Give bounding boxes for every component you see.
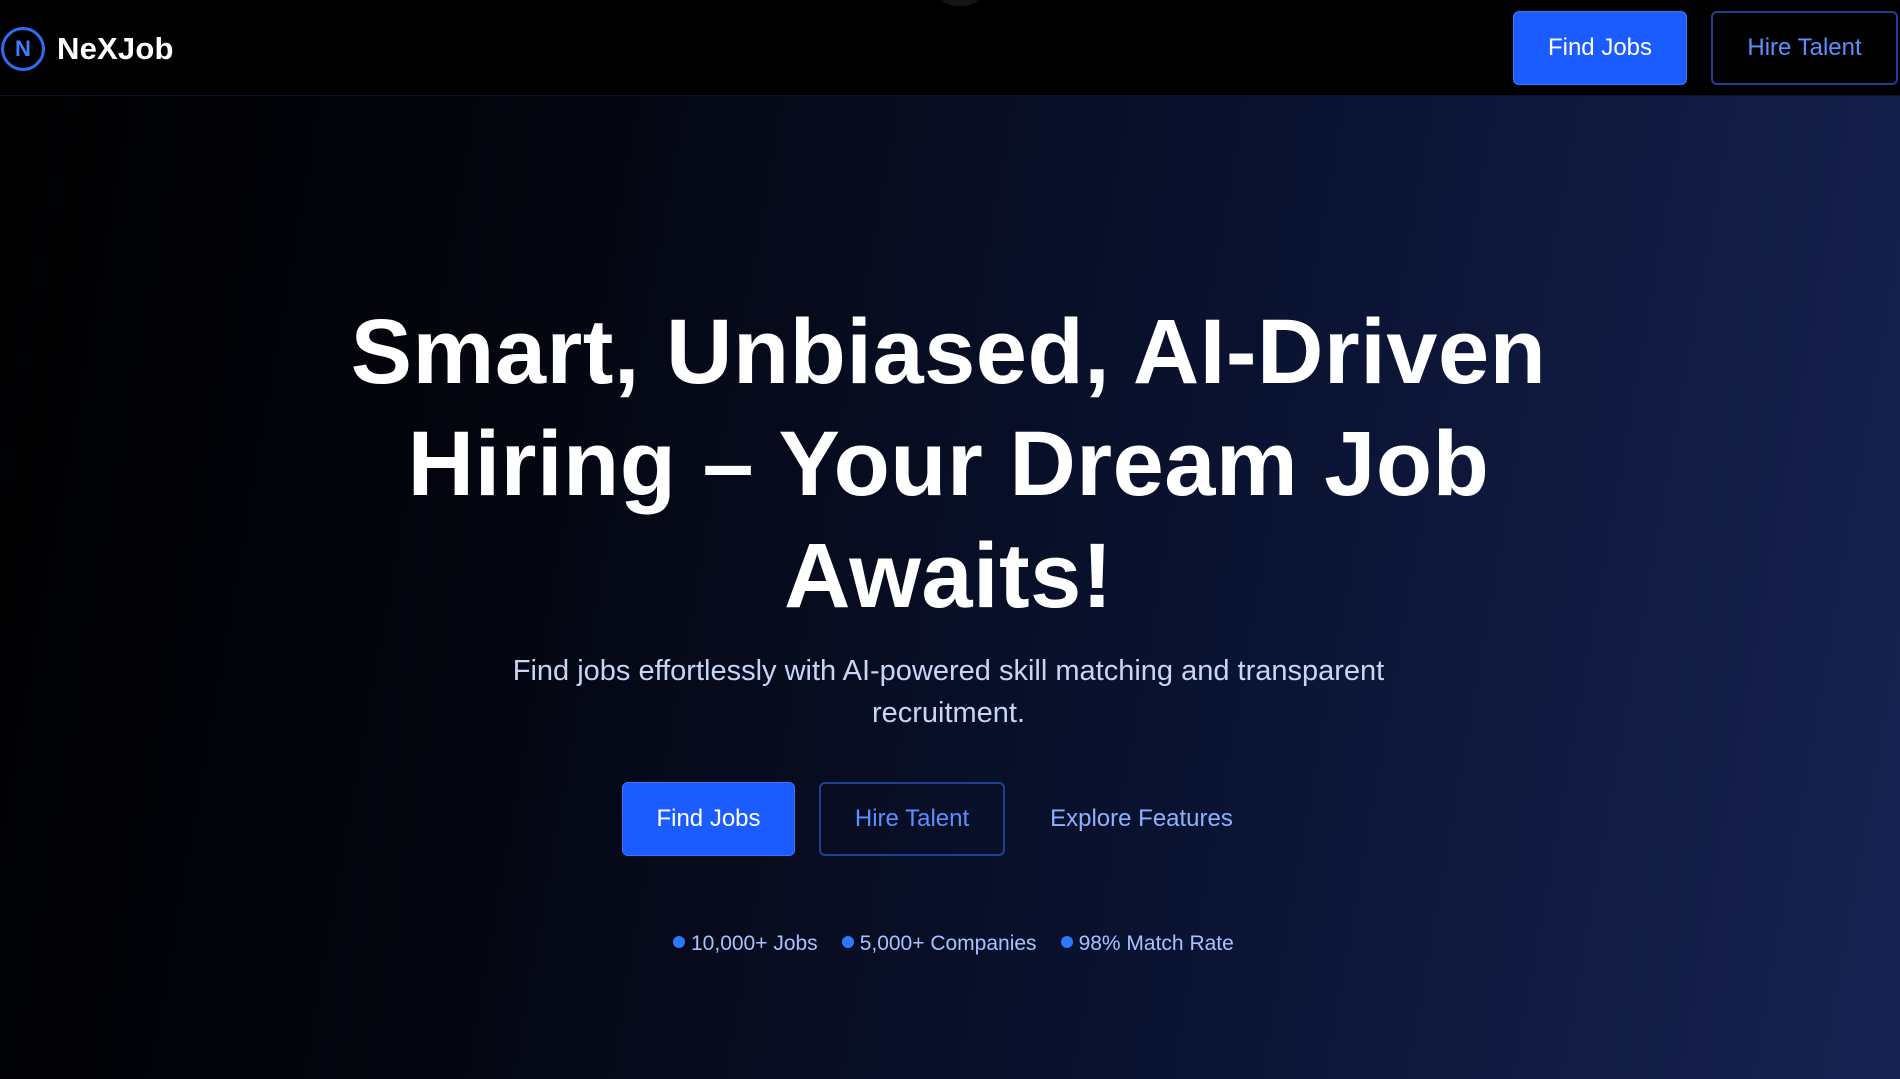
stat-label: 5,000+ Companies (859, 932, 1037, 955)
find-jobs-button[interactable]: Find Jobs (622, 782, 795, 856)
explore-features-link[interactable]: Explore Features (1029, 782, 1254, 856)
stat-label: 10,000+ Jobs (691, 932, 818, 955)
hero-headline: Smart, Unbiased, AI-Driven Hiring – Your… (300, 296, 1597, 632)
brand-logo-icon: N (1, 27, 45, 71)
hero-subtitle-line-2: recruitment. (871, 697, 1026, 729)
stat-match-rate: 98% Match Rate (1060, 932, 1234, 956)
dot-icon (1060, 936, 1073, 948)
navbar: N NeXJob Find Jobs Hire Talent (0, 0, 1900, 96)
stat-companies: 5,000+ Companies (841, 932, 1037, 956)
hero-subtitle: Find jobs effortlessly with AI-powered s… (470, 650, 1427, 734)
dot-icon (841, 936, 854, 948)
cta-group: Find Jobs Hire Talent Explore Features (622, 782, 1322, 856)
nav-find-jobs-button[interactable]: Find Jobs (1513, 11, 1687, 85)
hero-headline-line-2: Hiring – Your Dream Job (407, 413, 1490, 515)
brand-name: NeXJob (57, 31, 174, 66)
stats-row: 10,000+ Jobs 5,000+ Companies 98% Match … (673, 932, 1234, 956)
camera-notch (940, 0, 980, 6)
hero-subtitle-line-1: Find jobs effortlessly with AI-powered s… (512, 655, 1385, 687)
hero-headline-line-1: Smart, Unbiased, AI-Driven (350, 301, 1547, 403)
hero-headline-line-3: Awaits! (783, 525, 1113, 627)
stat-jobs: 10,000+ Jobs (673, 932, 818, 956)
hire-talent-button[interactable]: Hire Talent (819, 782, 1005, 856)
stat-label: 98% Match Rate (1078, 932, 1234, 955)
dot-icon (673, 936, 685, 948)
page: N NeXJob Find Jobs Hire Talent Smart, Un… (0, 0, 1900, 1079)
nav-hire-talent-button[interactable]: Hire Talent (1711, 11, 1898, 85)
brand[interactable]: N NeXJob (1, 25, 174, 73)
hero-section: Smart, Unbiased, AI-Driven Hiring – Your… (0, 96, 1900, 1079)
